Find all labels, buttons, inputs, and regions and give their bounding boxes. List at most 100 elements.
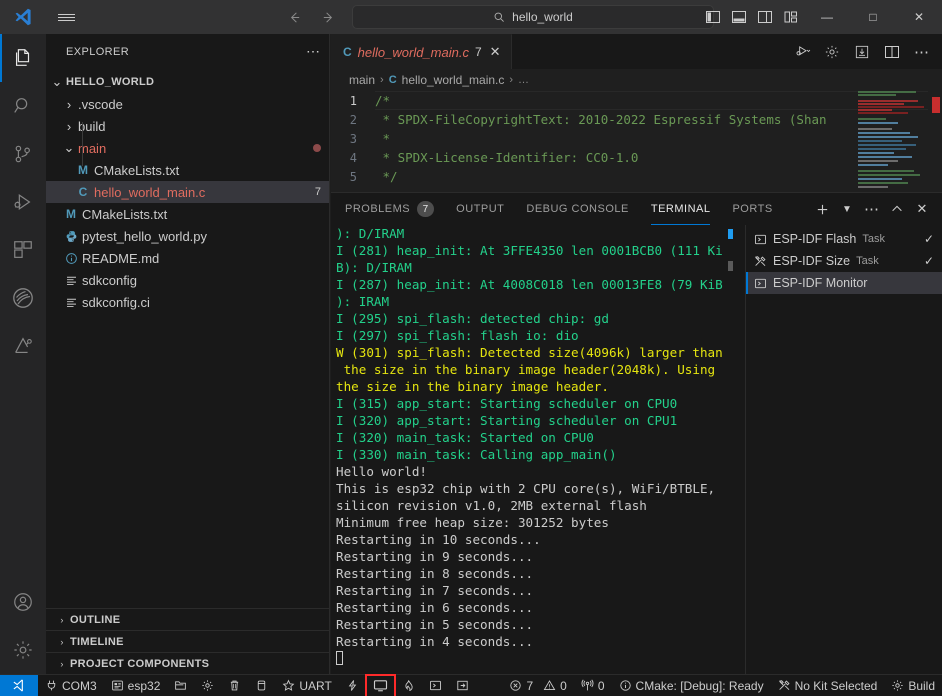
file-tree-item[interactable]: sdkconfig.ci [46, 291, 329, 313]
tab-ports[interactable]: PORTS [732, 193, 772, 225]
status-cmake-kit[interactable]: No Kit Selected [771, 675, 885, 696]
file-tree-item[interactable]: sdkconfig [46, 269, 329, 291]
sidebar-section-outline[interactable]: › OUTLINE [46, 608, 330, 630]
error-icon [509, 679, 522, 692]
status-monitor-device[interactable] [364, 673, 396, 696]
file-tree-item[interactable]: pytest_hello_world.py [46, 225, 329, 247]
minimap-line [858, 122, 898, 124]
sidebar-item-explorer[interactable] [0, 34, 46, 82]
status-label: CMake: [Debug]: Ready [635, 678, 764, 693]
file-tree-item-selected[interactable]: Chello_world_main.c 7 [46, 181, 329, 203]
account-icon[interactable] [0, 578, 46, 626]
sidebar-item-run-and-debug[interactable] [0, 178, 46, 226]
file-tree-item[interactable]: M CMakeLists.txt [46, 203, 329, 225]
close-button[interactable]: ✕ [896, 0, 942, 34]
chevron-right-icon[interactable]: › [62, 97, 76, 112]
chevron-down-icon[interactable]: ⌄ [50, 74, 64, 90]
search-input[interactable]: hello_world [352, 5, 714, 29]
close-icon[interactable]: ✕ [910, 193, 934, 225]
tab-terminal[interactable]: TERMINAL [650, 193, 711, 225]
arrow-right-icon[interactable] [314, 5, 342, 29]
tab-output[interactable]: OUTPUT [456, 193, 504, 225]
chevron-up-icon[interactable] [885, 193, 909, 225]
status-full-clean[interactable] [221, 675, 248, 696]
editor-scrollbar[interactable] [928, 91, 942, 192]
more-actions-icon[interactable]: ⋯ [860, 193, 884, 225]
terminal-line: I (315) app_start: Starting scheduler on… [336, 396, 678, 411]
file-tree-item[interactable]: › .vscode [46, 93, 329, 115]
sidebar-item-wokwi[interactable] [0, 322, 46, 370]
remote-window-icon[interactable] [0, 674, 38, 696]
more-actions-icon[interactable]: ⋯ [908, 34, 936, 69]
status-build[interactable] [248, 675, 275, 696]
status-cmake-build[interactable]: Build [884, 675, 942, 696]
minimap[interactable] [856, 91, 928, 192]
terminal-cursor [336, 651, 343, 665]
more-actions-icon[interactable]: ⋯ [306, 43, 321, 60]
gear-icon[interactable] [818, 34, 846, 69]
file-tree-item[interactable]: › build [46, 115, 329, 137]
file-tree-item-label: sdkconfig.ci [82, 294, 150, 310]
terminal-tab-esp-idf-flash[interactable]: ESP-IDF Flash Task ✓ [746, 228, 942, 250]
status-cmake-status[interactable]: CMake: [Debug]: Ready [612, 675, 771, 696]
file-tree-root[interactable]: ⌄ HELLO_WORLD [46, 71, 329, 93]
section-label: TIMELINE [70, 635, 124, 648]
warning-icon [543, 679, 556, 692]
tab-problems[interactable]: PROBLEMS 7 [345, 193, 435, 225]
code-area[interactable]: 1/* 2 * SPDX-FileCopyrightText: 2010-2022… [331, 91, 942, 192]
breadcrumb-file[interactable]: hello_world_main.c [402, 73, 505, 87]
toggle-primary-sidebar-icon[interactable] [700, 0, 726, 34]
esp-idf-build-icon[interactable] [848, 34, 876, 69]
customize-layout-icon[interactable] [778, 0, 804, 34]
gear-icon[interactable] [0, 626, 46, 674]
status-flash-device[interactable] [339, 675, 366, 696]
code-text: * SPDX-License-Identifier: CC0-1.0 [375, 150, 639, 165]
chevron-down-icon[interactable]: ▼ [835, 193, 859, 225]
terminal-line: Restarting in 6 seconds... [336, 600, 534, 615]
split-editor-icon[interactable] [878, 34, 906, 69]
status-ports-status[interactable]: 0 [574, 675, 612, 696]
hamburger-menu-icon[interactable] [46, 0, 86, 34]
sidebar-section-timeline[interactable]: › TIMELINE [46, 630, 330, 652]
editor-tab-bar: C hello_world_main.c 7 ✕ ⋯ [331, 34, 942, 69]
status-serial-port[interactable]: COM3 [38, 675, 104, 696]
run-or-debug-icon[interactable] [788, 34, 816, 69]
status-problems-status[interactable]: 70 [502, 675, 573, 696]
file-tree-item[interactable]: ⌄ main [46, 137, 329, 159]
maximize-button[interactable]: □ [850, 0, 896, 34]
toggle-panel-icon[interactable] [726, 0, 752, 34]
terminal-output[interactable]: ): D/IRAM I (281) heap_init: At 3FFE4350 … [331, 225, 735, 675]
terminal-line: I (281) heap_init: At 3FFE4350 len 0001B… [336, 243, 723, 258]
breadcrumb-overflow[interactable]: … [518, 74, 529, 86]
status-menuconfig[interactable] [194, 675, 221, 696]
chevron-down-icon[interactable]: ⌄ [62, 140, 76, 156]
toggle-secondary-sidebar-icon[interactable] [752, 0, 778, 34]
sidebar-item-extensions[interactable] [0, 226, 46, 274]
arrow-left-icon[interactable] [280, 5, 308, 29]
login-icon [456, 679, 469, 692]
status-flash-method[interactable]: UART [275, 675, 338, 696]
close-icon[interactable]: ✕ [490, 44, 501, 60]
file-tree-item[interactable]: M CMakeLists.txt [46, 159, 329, 181]
status-target-device[interactable]: esp32 [104, 675, 168, 696]
terminal-tab-esp-idf-size[interactable]: ESP-IDF Size Task ✓ [746, 250, 942, 272]
chevron-right-icon[interactable]: › [62, 119, 76, 134]
monitor-icon [373, 678, 388, 693]
status-build-flash-monitor[interactable] [449, 675, 476, 696]
minimize-button[interactable]: — [804, 0, 850, 34]
sidebar-item-source-control[interactable] [0, 130, 46, 178]
status-open-esp-idf-terminal[interactable] [422, 675, 449, 696]
tab-debug-console[interactable]: DEBUG CONSOLE [526, 193, 628, 225]
title-bar: hello_world — □ ✕ [0, 0, 942, 34]
status-debug[interactable] [395, 675, 422, 696]
new-terminal-icon[interactable] [810, 193, 834, 225]
editor-tab-hello-world-main-c[interactable]: C hello_world_main.c 7 ✕ [331, 34, 512, 69]
status-sdk-configuration-editor[interactable] [167, 675, 194, 696]
sidebar-item-search[interactable] [0, 82, 46, 130]
file-tree-item[interactable]: README.md [46, 247, 329, 269]
breadcrumb-folder[interactable]: main [349, 73, 375, 87]
sidebar-item-espressif-idf[interactable] [0, 274, 46, 322]
terminal-tab-esp-idf-monitor[interactable]: ESP-IDF Monitor [746, 272, 942, 294]
file-tree-item-label: CMakeLists.txt [94, 162, 180, 178]
sidebar-section-project-components[interactable]: › PROJECT COMPONENTS [46, 652, 330, 674]
